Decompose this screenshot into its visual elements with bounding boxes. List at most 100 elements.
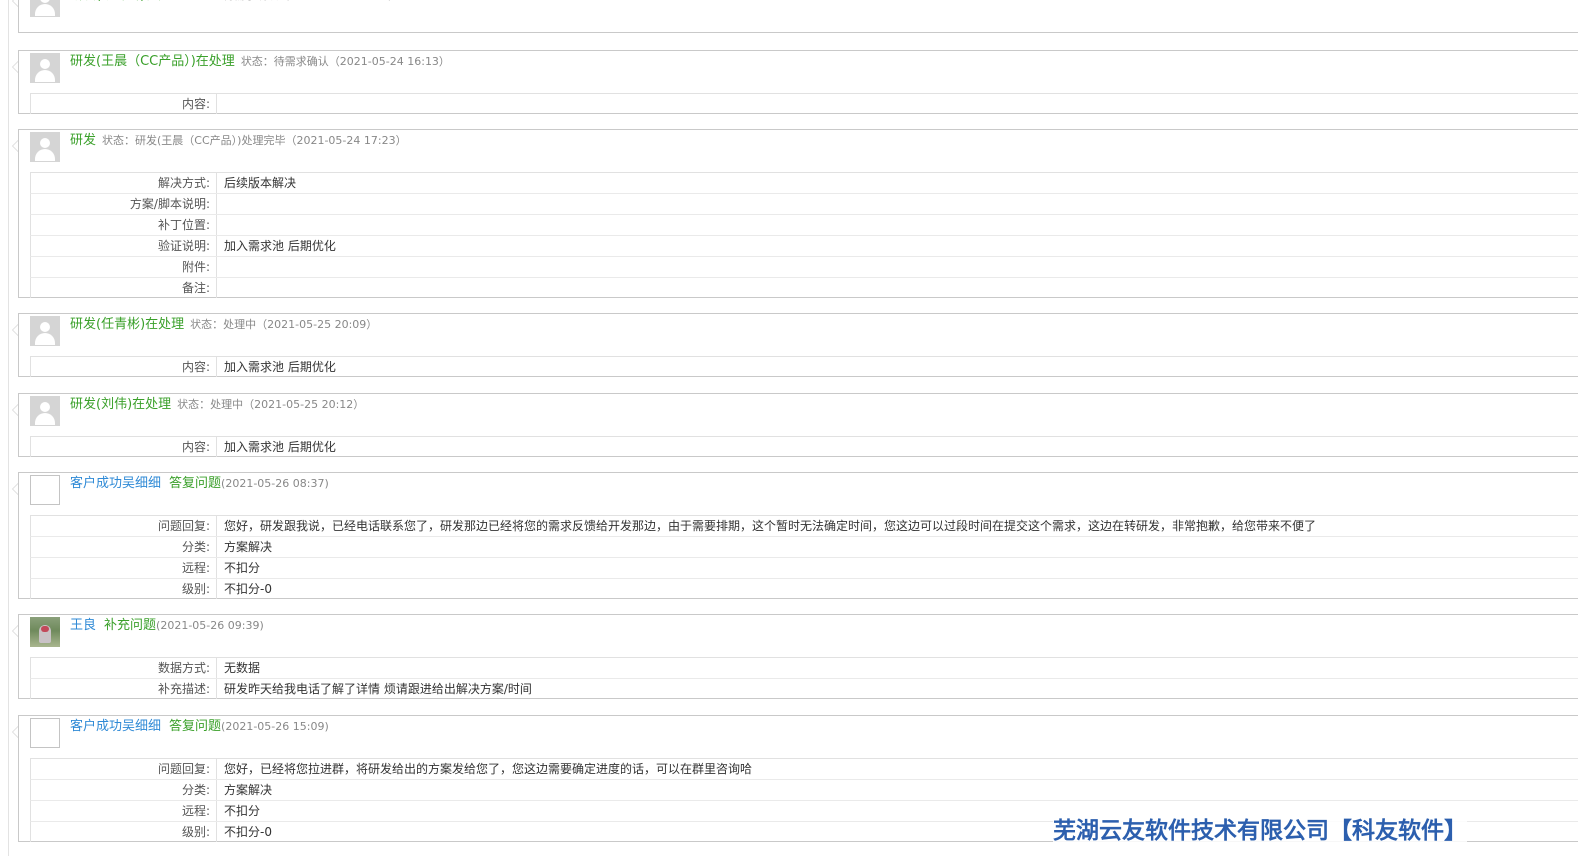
- entry-author[interactable]: 王良: [70, 618, 96, 633]
- entry-header: 研发(张冬雪)在处理 状态：待需求确认（2021-05-20 09:43）: [19, 0, 1578, 21]
- entry-status: 状态：处理中（2021-05-25 20:12）: [177, 398, 365, 411]
- detail-value: 您好，研发跟我说，已经电话联系您了，研发那边已经将您的需求反馈给开发那边，由于需…: [224, 519, 1317, 533]
- detail-value: [217, 257, 224, 277]
- entry-header: 研发(王晨（CC产品）)在处理 状态：待需求确认（2021-05-24 16:13…: [19, 51, 1578, 93]
- entry-author[interactable]: 研发(张冬雪)在处理: [70, 0, 184, 3]
- entry-author[interactable]: 客户成功吴细细: [70, 719, 161, 734]
- detail-row: 备注:: [30, 278, 1578, 298]
- default-user-avatar[interactable]: [30, 316, 60, 346]
- entry-header: 研发(刘伟)在处理 状态：处理中（2021-05-25 20:12）: [19, 394, 1578, 436]
- entry-header-text: 客户成功吴细细 答复问题(2021-05-26 08:37): [70, 474, 329, 494]
- detail-row: 附件:: [30, 257, 1578, 278]
- entry-detail-table: 内容: 加入需求池 后期优化: [30, 436, 1578, 457]
- detail-row: 补丁位置:: [30, 215, 1578, 236]
- detail-row: 远程: 不扣分: [30, 558, 1578, 579]
- detail-label: 附件:: [31, 257, 217, 277]
- detail-row: 问题回复: 您好，研发跟我说，已经电话联系您了，研发那边已经将您的需求反馈给开发那…: [30, 516, 1578, 537]
- blank-avatar[interactable]: [30, 718, 60, 748]
- detail-row: 分类: 方案解决: [30, 780, 1578, 801]
- timeline-entry: 研发(任青彬)在处理 状态：处理中（2021-05-25 20:09） 内容: 加入需…: [12, 313, 1578, 377]
- entry-status: 状态：待需求确认（2021-05-24 16:13）: [240, 55, 450, 68]
- company-watermark: 芜湖云友软件技术有限公司【科友软件】: [1053, 814, 1467, 848]
- timeline-line: [8, 0, 9, 856]
- detail-row: 内容:: [30, 94, 1578, 114]
- detail-label: 补丁位置:: [31, 215, 217, 235]
- detail-label: 备注:: [31, 278, 217, 298]
- detail-label: 级别:: [31, 822, 217, 842]
- entry-header: 客户成功吴细细 答复问题(2021-05-26 15:09): [19, 716, 1578, 758]
- default-user-avatar[interactable]: [30, 396, 60, 426]
- entry-header-text: 研发(张冬雪)在处理 状态：待需求确认（2021-05-20 09:43）: [70, 0, 399, 6]
- detail-value: [217, 278, 224, 298]
- entry-header: 研发 状态：研发(王晨（CC产品）)处理完毕（2021-05-24 17:23）: [19, 130, 1578, 172]
- detail-row: 分类: 方案解决: [30, 537, 1578, 558]
- detail-value: 加入需求池 后期优化: [224, 360, 336, 374]
- entry-timestamp: (2021-05-26 15:09): [221, 720, 329, 733]
- detail-value: 不扣分: [224, 804, 261, 818]
- ticket-timeline: 研发(张冬雪)在处理 状态：待需求确认（2021-05-20 09:43） 研发(王…: [0, 0, 1578, 856]
- timeline-entry: 王良 补充问题(2021-05-26 09:39) 数据方式: 无数据 补充描述: 研发昨…: [12, 614, 1578, 699]
- detail-row: 方案/脚本说明:: [30, 194, 1578, 215]
- detail-value: 无数据: [224, 661, 261, 675]
- detail-row: 问题回复: 您好，已经将您拉进群，将研发给出的方案发给您了，您这边需要确定进度的话…: [30, 759, 1578, 780]
- entry-author[interactable]: 研发(任青彬)在处理: [70, 317, 184, 332]
- detail-label: 问题回复:: [31, 759, 217, 779]
- detail-value: 不扣分-0: [224, 825, 272, 839]
- detail-label: 级别:: [31, 579, 217, 599]
- timeline-entry: 研发(王晨（CC产品）)在处理 状态：待需求确认（2021-05-24 16:13…: [12, 50, 1578, 114]
- detail-value: [217, 94, 224, 114]
- detail-value: 加入需求池 后期优化: [224, 239, 336, 253]
- default-user-avatar[interactable]: [30, 0, 60, 17]
- entry-timestamp: (2021-05-26 09:39): [156, 619, 264, 632]
- detail-value: 方案解决: [224, 540, 273, 554]
- entry-header-text: 客户成功吴细细 答复问题(2021-05-26 15:09): [70, 717, 329, 737]
- detail-row: 验证说明: 加入需求池 后期优化: [30, 236, 1578, 257]
- detail-value: 不扣分: [224, 561, 261, 575]
- entry-author[interactable]: 客户成功吴细细: [70, 476, 161, 491]
- detail-label: 分类:: [31, 537, 217, 557]
- blank-avatar[interactable]: [30, 475, 60, 505]
- detail-label: 数据方式:: [31, 658, 217, 678]
- timeline-entry: 研发 状态：研发(王晨（CC产品）)处理完毕（2021-05-24 17:23） 解…: [12, 129, 1578, 298]
- entry-detail-table: 问题回复: 您好，研发跟我说，已经电话联系您了，研发那边已经将您的需求反馈给开发那…: [30, 515, 1578, 599]
- entry-status: 状态：处理中（2021-05-25 20:09）: [190, 318, 378, 331]
- detail-value: 加入需求池 后期优化: [224, 440, 336, 454]
- detail-value: 后续版本解决: [224, 176, 297, 190]
- entry-header-text: 研发(王晨（CC产品）)在处理 状态：待需求确认（2021-05-24 16:13…: [70, 52, 450, 72]
- entry-header-text: 王良 补充问题(2021-05-26 09:39): [70, 616, 264, 636]
- entry-action: 补充问题: [104, 618, 157, 633]
- detail-label: 内容:: [31, 357, 217, 377]
- default-user-avatar[interactable]: [30, 132, 60, 162]
- entry-detail-table: 内容: 加入需求池 后期优化: [30, 356, 1578, 377]
- entry-status: 状态：待需求确认（2021-05-20 09:43）: [190, 0, 399, 2]
- entry-detail-table: 解决方式: 后续版本解决 方案/脚本说明: 补丁位置: 验证说明: 加入需求池 后期优化附…: [30, 172, 1578, 298]
- entry-author[interactable]: 研发(王晨（CC产品）)在处理: [70, 54, 235, 69]
- entry-header-text: 研发 状态：研发(王晨（CC产品）)处理完毕（2021-05-24 17:23）: [70, 131, 407, 151]
- detail-row: 解决方式: 后续版本解决: [30, 173, 1578, 194]
- photo-avatar[interactable]: [30, 617, 60, 647]
- timeline-entry: 研发(刘伟)在处理 状态：处理中（2021-05-25 20:12） 内容: 加入需求…: [12, 393, 1578, 457]
- detail-row: 补充描述: 研发昨天给我电话了解了详情 烦请跟进给出解决方案/时间: [30, 679, 1578, 699]
- detail-label: 方案/脚本说明:: [31, 194, 217, 214]
- entry-detail-table: 数据方式: 无数据 补充描述: 研发昨天给我电话了解了详情 烦请跟进给出解决方案/时间: [30, 657, 1578, 699]
- detail-row: 内容: 加入需求池 后期优化: [30, 437, 1578, 457]
- entry-action: 答复问题: [169, 476, 222, 491]
- detail-label: 解决方式:: [31, 173, 217, 193]
- detail-value: 您好，已经将您拉进群，将研发给出的方案发给您了，您这边需要确定进度的话，可以在群…: [224, 762, 753, 776]
- entry-status: 状态：研发(王晨（CC产品）)处理完毕（2021-05-24 17:23）: [102, 134, 407, 147]
- entry-author[interactable]: 研发(刘伟)在处理: [70, 397, 171, 412]
- detail-label: 远程:: [31, 558, 217, 578]
- entry-header: 研发(任青彬)在处理 状态：处理中（2021-05-25 20:09）: [19, 314, 1578, 356]
- detail-value: 不扣分-0: [224, 582, 272, 596]
- detail-value: 研发昨天给我电话了解了详情 烦请跟进给出解决方案/时间: [224, 682, 532, 696]
- detail-label: 内容:: [31, 437, 217, 457]
- default-user-avatar[interactable]: [30, 53, 60, 83]
- entry-author[interactable]: 研发: [70, 133, 96, 148]
- detail-label: 问题回复:: [31, 516, 217, 536]
- entry-action: 答复问题: [169, 719, 222, 734]
- detail-label: 补充描述:: [31, 679, 217, 699]
- entry-header: 客户成功吴细细 答复问题(2021-05-26 08:37): [19, 473, 1578, 515]
- detail-row: 级别: 不扣分-0: [30, 579, 1578, 599]
- detail-label: 验证说明:: [31, 236, 217, 256]
- detail-row: 内容: 加入需求池 后期优化: [30, 357, 1578, 377]
